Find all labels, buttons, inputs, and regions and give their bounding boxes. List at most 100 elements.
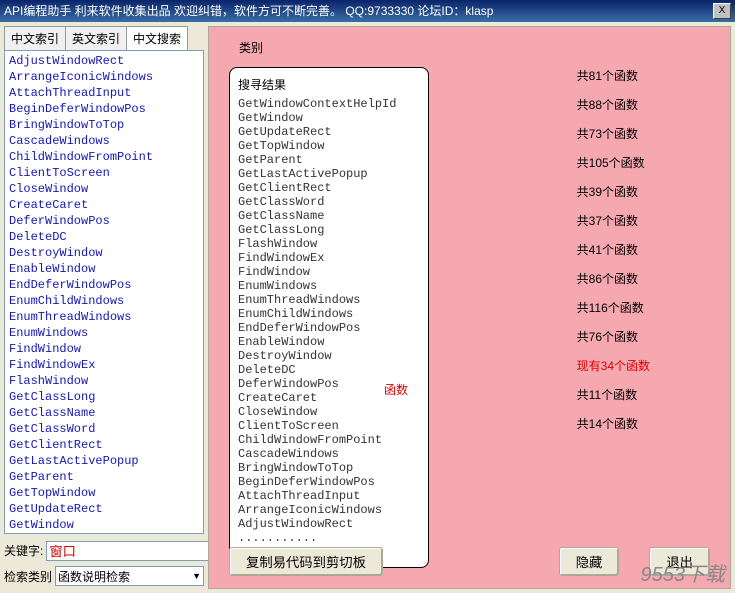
close-button[interactable]: X xyxy=(713,3,731,19)
popup-item[interactable]: ArrangeIconicWindows xyxy=(238,503,420,517)
result-count: 共73个函数 xyxy=(577,125,650,142)
list-item[interactable]: BeginDeferWindowPos xyxy=(7,101,201,117)
list-item[interactable]: GetClassLong xyxy=(7,389,201,405)
list-item[interactable]: ChildWindowFromPoint xyxy=(7,149,201,165)
result-count: 共116个函数 xyxy=(577,299,650,316)
result-count: 共88个函数 xyxy=(577,96,650,113)
popup-item[interactable]: BeginDeferWindowPos xyxy=(238,475,420,489)
popup-item[interactable]: GetClientRect xyxy=(238,181,420,195)
popup-item[interactable]: FindWindowEx xyxy=(238,251,420,265)
popup-item[interactable]: GetTopWindow xyxy=(238,139,420,153)
popup-item[interactable]: BringWindowToTop xyxy=(238,461,420,475)
popup-item[interactable]: GetClassName xyxy=(238,209,420,223)
tab-cn-search[interactable]: 中文搜索 xyxy=(126,26,188,50)
list-item[interactable]: DeleteDC xyxy=(7,229,201,245)
popup-item[interactable]: ClientToScreen xyxy=(238,419,420,433)
list-item[interactable]: GetClassName xyxy=(7,405,201,421)
popup-item[interactable]: EndDeferWindowPos xyxy=(238,321,420,335)
category-select[interactable]: 函数说明检索 ▼ xyxy=(55,566,204,586)
list-item[interactable]: GetClassWord xyxy=(7,421,201,437)
list-item[interactable]: FindWindowEx xyxy=(7,357,201,373)
list-item[interactable]: FlashWindow xyxy=(7,373,201,389)
list-item[interactable]: GetClientRect xyxy=(7,437,201,453)
popup-item[interactable]: AdjustWindowRect xyxy=(238,517,420,531)
content-panel: 类别 搜寻结果 GetWindowContextHelpIdGetWindowG… xyxy=(208,26,731,589)
popup-item[interactable]: EnumThreadWindows xyxy=(238,293,420,307)
popup-item[interactable]: ChildWindowFromPoint xyxy=(238,433,420,447)
panel-category-label: 类别 xyxy=(239,39,263,56)
result-count: 现有34个函数 xyxy=(577,357,650,374)
popup-item[interactable]: EnumWindows xyxy=(238,279,420,293)
hide-button[interactable]: 隐藏 xyxy=(559,547,620,576)
exit-button[interactable]: 退出 xyxy=(649,547,710,576)
popup-item[interactable]: GetParent xyxy=(238,153,420,167)
result-count: 共14个函数 xyxy=(577,415,650,432)
result-count: 共41个函数 xyxy=(577,241,650,258)
popup-item[interactable]: GetLastActivePopup xyxy=(238,167,420,181)
keyword-input[interactable] xyxy=(46,541,216,561)
popup-item[interactable]: DeleteDC xyxy=(238,363,420,377)
list-item[interactable]: EndDeferWindowPos xyxy=(7,277,201,293)
list-item[interactable]: EnableWindow xyxy=(7,261,201,277)
search-controls: 关键字: 搜 检索类别 函数说明检索 ▼ xyxy=(4,538,204,589)
category-label: 检索类别 xyxy=(4,568,52,585)
list-item[interactable]: ClientToScreen xyxy=(7,165,201,181)
popup-item[interactable]: DestroyWindow xyxy=(238,349,420,363)
popup-list[interactable]: GetWindowContextHelpIdGetWindowGetUpdate… xyxy=(238,97,420,559)
popup-item[interactable]: EnumChildWindows xyxy=(238,307,420,321)
api-list[interactable]: AdjustWindowRectArrangeIconicWindowsAtta… xyxy=(4,50,204,534)
titlebar: API编程助手 利来软件收集出品 欢迎纠错，软件方可不断完善。 QQ:97333… xyxy=(0,0,735,22)
tab-cn-index[interactable]: 中文索引 xyxy=(4,26,66,50)
tabs: 中文索引 英文索引 中文搜索 xyxy=(4,26,204,50)
chevron-down-icon: ▼ xyxy=(192,571,201,581)
app-body: 中文索引 英文索引 中文搜索 AdjustWindowRectArrangeIc… xyxy=(0,22,735,593)
popup-item[interactable]: FindWindow xyxy=(238,265,420,279)
result-count: 共11个函数 xyxy=(577,386,650,403)
popup-item[interactable]: GetClassWord xyxy=(238,195,420,209)
list-item[interactable]: GetUpdateRect xyxy=(7,501,201,517)
list-item[interactable]: BringWindowToTop xyxy=(7,117,201,133)
list-item[interactable]: CloseWindow xyxy=(7,181,201,197)
results-popup: 搜寻结果 GetWindowContextHelpIdGetWindowGetU… xyxy=(229,67,429,568)
popup-title: 搜寻结果 xyxy=(238,76,420,93)
list-item[interactable]: DeferWindowPos xyxy=(7,213,201,229)
result-count: 共39个函数 xyxy=(577,183,650,200)
list-item[interactable]: EnumChildWindows xyxy=(7,293,201,309)
popup-item[interactable]: AttachThreadInput xyxy=(238,489,420,503)
category-value: 函数说明检索 xyxy=(58,568,192,585)
list-item[interactable]: GetParent xyxy=(7,469,201,485)
popup-item[interactable]: GetWindowContextHelpId xyxy=(238,97,420,111)
popup-item[interactable]: FlashWindow xyxy=(238,237,420,251)
popup-item[interactable]: CascadeWindows xyxy=(238,447,420,461)
list-item[interactable]: GetWindow xyxy=(7,517,201,533)
left-panel: 中文索引 英文索引 中文搜索 AdjustWindowRectArrangeIc… xyxy=(4,26,204,589)
list-item[interactable]: EnumWindows xyxy=(7,325,201,341)
list-item[interactable]: CreateCaret xyxy=(7,197,201,213)
list-item[interactable]: EnumThreadWindows xyxy=(7,309,201,325)
popup-item[interactable]: GetClassLong xyxy=(238,223,420,237)
list-item[interactable]: AttachThreadInput xyxy=(7,85,201,101)
results-counts: 共81个函数共88个函数共73个函数共105个函数共39个函数共37个函数共41… xyxy=(577,67,650,444)
popup-item[interactable]: GetUpdateRect xyxy=(238,125,420,139)
list-item[interactable]: FindWindow xyxy=(7,341,201,357)
list-item[interactable]: AdjustWindowRect xyxy=(7,53,201,69)
list-item[interactable]: GetWindowContextHelpId xyxy=(7,533,201,534)
list-item[interactable]: CascadeWindows xyxy=(7,133,201,149)
result-count: 共76个函数 xyxy=(577,328,650,345)
list-item[interactable]: ArrangeIconicWindows xyxy=(7,69,201,85)
popup-item[interactable]: GetWindow xyxy=(238,111,420,125)
result-count: 共37个函数 xyxy=(577,212,650,229)
result-count: 共81个函数 xyxy=(577,67,650,84)
bottom-buttons: 复制易代码到剪切板 隐藏 退出 xyxy=(209,547,730,576)
result-count: 共105个函数 xyxy=(577,154,650,171)
popup-item[interactable]: CloseWindow xyxy=(238,405,420,419)
popup-item[interactable]: ........... xyxy=(238,531,420,545)
overlay-red-text: 函数 xyxy=(384,381,408,398)
list-item[interactable]: GetLastActivePopup xyxy=(7,453,201,469)
copy-code-button[interactable]: 复制易代码到剪切板 xyxy=(229,547,383,576)
list-item[interactable]: GetTopWindow xyxy=(7,485,201,501)
result-count: 共86个函数 xyxy=(577,270,650,287)
list-item[interactable]: DestroyWindow xyxy=(7,245,201,261)
popup-item[interactable]: EnableWindow xyxy=(238,335,420,349)
tab-en-index[interactable]: 英文索引 xyxy=(65,26,127,50)
